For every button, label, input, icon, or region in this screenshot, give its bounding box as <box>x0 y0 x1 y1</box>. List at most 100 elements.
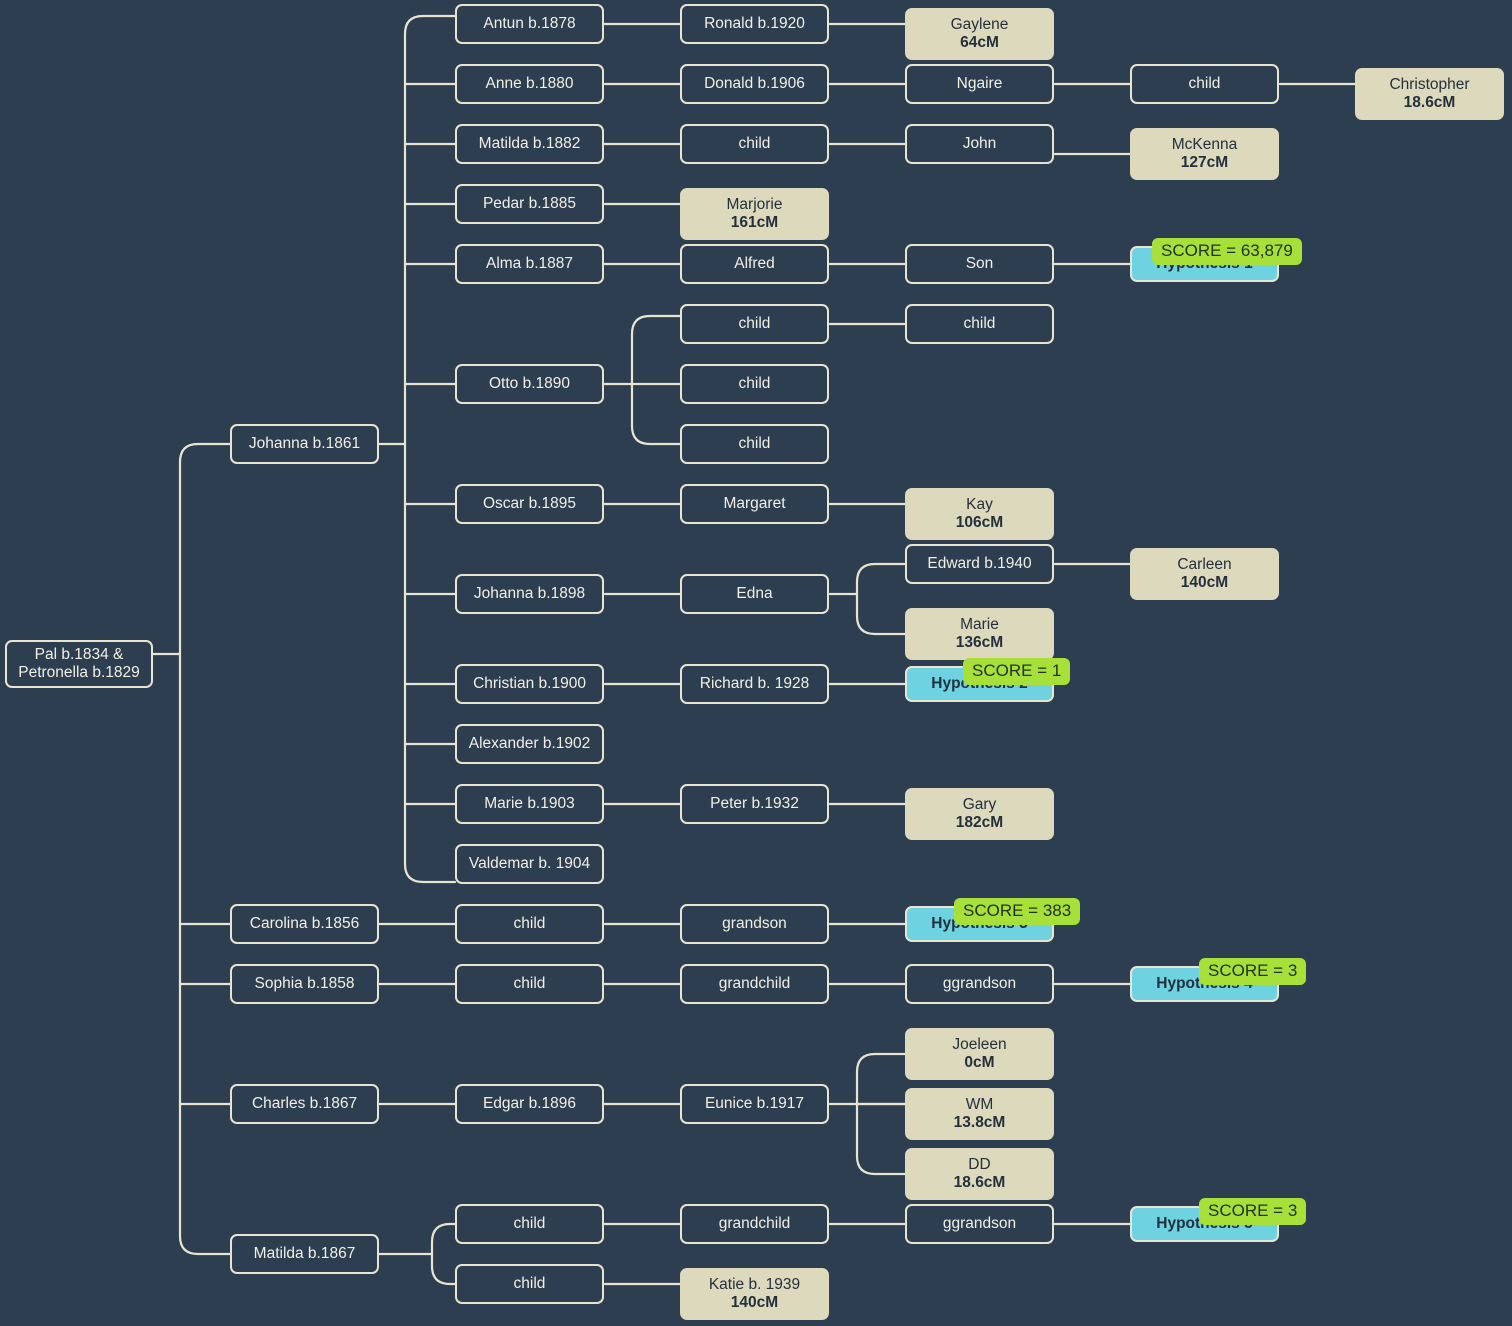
node-valdemar-1904[interactable]: Valdemar b. 1904 <box>455 844 604 884</box>
node-match-marjorie[interactable]: Marjorie 161cM <box>680 188 829 240</box>
node-sophia-child[interactable]: child <box>455 964 604 1004</box>
node-match-carleen[interactable]: Carleen 140cM <box>1130 548 1279 600</box>
node-edward-1940[interactable]: Edward b.1940 <box>905 544 1054 584</box>
node-label: ggrandson <box>942 1214 1017 1232</box>
node-carolina-grandson[interactable]: grandson <box>680 904 829 944</box>
node-label: grandchild <box>718 1214 791 1232</box>
match-name: Carleen <box>1177 555 1232 573</box>
node-matilda-child-2[interactable]: child <box>455 1264 604 1304</box>
node-sophia-1858[interactable]: Sophia b.1858 <box>230 964 379 1004</box>
match-name: Joeleen <box>952 1035 1007 1053</box>
node-label: child <box>738 134 771 152</box>
node-antun-1878[interactable]: Antun b.1878 <box>455 4 604 44</box>
score-badge-hypothesis-4[interactable]: SCORE = 3 <box>1199 958 1307 985</box>
node-match-gary[interactable]: Gary 182cM <box>905 788 1054 840</box>
match-cm: 106cM <box>955 514 1004 531</box>
node-match-joeleen[interactable]: Joeleen 0cM <box>905 1028 1054 1080</box>
node-label: child <box>738 314 771 332</box>
node-edgar-1896[interactable]: Edgar b.1896 <box>455 1084 604 1124</box>
node-match-wm[interactable]: WM 13.8cM <box>905 1088 1054 1140</box>
node-match-mckenna[interactable]: McKenna 127cM <box>1130 128 1279 180</box>
node-charles-1867[interactable]: Charles b.1867 <box>230 1084 379 1124</box>
node-label: Eunice b.1917 <box>704 1094 805 1112</box>
node-label: Christian b.1900 <box>473 674 586 692</box>
node-label: Richard b. 1928 <box>699 674 810 692</box>
node-sophia-ggrandson[interactable]: ggrandson <box>905 964 1054 1004</box>
node-alma-1887[interactable]: Alma b.1887 <box>455 244 604 284</box>
match-cm: 140cM <box>1180 574 1229 591</box>
node-otto-child-2[interactable]: child <box>680 364 829 404</box>
node-marie-1903[interactable]: Marie b.1903 <box>455 784 604 824</box>
node-matilda-child-1[interactable]: child <box>455 1204 604 1244</box>
node-alfred[interactable]: Alfred <box>680 244 829 284</box>
score-badge-hypothesis-3[interactable]: SCORE = 383 <box>954 898 1081 925</box>
node-edna[interactable]: Edna <box>680 574 829 614</box>
node-label: Matilda b.1867 <box>253 1244 356 1262</box>
match-name: Kay <box>966 495 993 513</box>
node-pedar-1885[interactable]: Pedar b.1885 <box>455 184 604 224</box>
node-johanna-1898[interactable]: Johanna b.1898 <box>455 574 604 614</box>
score-badge-hypothesis-5[interactable]: SCORE = 3 <box>1199 1198 1307 1225</box>
node-label: Carolina b.1856 <box>249 914 360 932</box>
node-otto-child-1[interactable]: child <box>680 304 829 344</box>
node-label: Otto b.1890 <box>488 374 570 392</box>
node-matilda-ggrandson[interactable]: ggrandson <box>905 1204 1054 1244</box>
node-sophia-grandchild[interactable]: grandchild <box>680 964 829 1004</box>
node-match-gaylene[interactable]: Gaylene 64cM <box>905 8 1054 60</box>
node-label: Johanna b.1861 <box>248 434 361 452</box>
node-ngaire[interactable]: Ngaire <box>905 64 1054 104</box>
node-root-couple[interactable]: Pal b.1834 & Petronella b.1829 <box>5 640 153 688</box>
node-otto-1890[interactable]: Otto b.1890 <box>455 364 604 404</box>
root-line-1: Pal b.1834 & <box>34 645 124 663</box>
match-name: Christopher <box>1389 75 1470 93</box>
node-donald-1906[interactable]: Donald b.1906 <box>680 64 829 104</box>
node-match-dd[interactable]: DD 18.6cM <box>905 1148 1054 1200</box>
score-badge-hypothesis-2[interactable]: SCORE = 1 <box>963 658 1071 685</box>
match-cm: 18.6cM <box>953 1174 1006 1191</box>
node-label: child <box>513 1274 546 1292</box>
node-carolina-child[interactable]: child <box>455 904 604 944</box>
node-christian-1900[interactable]: Christian b.1900 <box>455 664 604 704</box>
node-label: Edgar b.1896 <box>482 1094 577 1112</box>
node-otto-grandchild-1[interactable]: child <box>905 304 1054 344</box>
node-ronald-1920[interactable]: Ronald b.1920 <box>680 4 829 44</box>
node-match-marie[interactable]: Marie 136cM <box>905 608 1054 660</box>
node-anne-1880[interactable]: Anne b.1880 <box>455 64 604 104</box>
node-john[interactable]: John <box>905 124 1054 164</box>
node-margaret[interactable]: Margaret <box>680 484 829 524</box>
node-match-katie[interactable]: Katie b. 1939 140cM <box>680 1268 829 1320</box>
node-match-christopher[interactable]: Christopher 18.6cM <box>1355 68 1504 120</box>
node-label: Peter b.1932 <box>710 794 799 812</box>
node-label: Antun b.1878 <box>483 14 576 32</box>
node-oscar-1895[interactable]: Oscar b.1895 <box>455 484 604 524</box>
node-label: Alma b.1887 <box>485 254 574 272</box>
node-matilda-1882[interactable]: Matilda b.1882 <box>455 124 604 164</box>
match-cm: 140cM <box>730 1294 779 1311</box>
node-carolina-1856[interactable]: Carolina b.1856 <box>230 904 379 944</box>
node-alexander-1902[interactable]: Alexander b.1902 <box>455 724 604 764</box>
node-label: Sophia b.1858 <box>254 974 355 992</box>
node-matilda-child[interactable]: child <box>680 124 829 164</box>
match-name: WM <box>965 1095 994 1113</box>
node-johanna-1861[interactable]: Johanna b.1861 <box>230 424 379 464</box>
node-label: Alfred <box>734 254 775 272</box>
node-matilda-grandchild[interactable]: grandchild <box>680 1204 829 1244</box>
node-eunice-1917[interactable]: Eunice b.1917 <box>680 1084 829 1124</box>
node-son[interactable]: Son <box>905 244 1054 284</box>
node-ngaire-child[interactable]: child <box>1130 64 1279 104</box>
score-badge-hypothesis-1[interactable]: SCORE = 63,879 <box>1152 238 1302 265</box>
node-label: Pedar b.1885 <box>482 194 577 212</box>
node-label: Alexander b.1902 <box>468 734 591 752</box>
node-match-kay[interactable]: Kay 106cM <box>905 488 1054 540</box>
match-cm: 13.8cM <box>953 1114 1006 1131</box>
node-label: Oscar b.1895 <box>482 494 577 512</box>
node-matilda-1867[interactable]: Matilda b.1867 <box>230 1234 379 1274</box>
node-label: Edward b.1940 <box>927 554 1032 572</box>
node-otto-child-3[interactable]: child <box>680 424 829 464</box>
node-label: child <box>513 914 546 932</box>
node-peter-1932[interactable]: Peter b.1932 <box>680 784 829 824</box>
match-cm: 0cM <box>964 1054 995 1071</box>
node-label: grandson <box>722 914 787 932</box>
node-richard-1928[interactable]: Richard b. 1928 <box>680 664 829 704</box>
node-label: child <box>738 374 771 392</box>
